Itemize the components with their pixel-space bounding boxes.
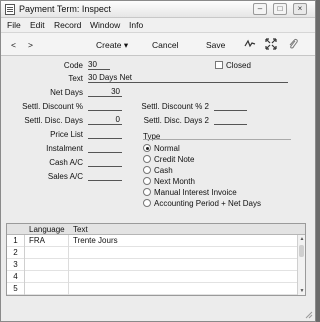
menu-bar: File Edit Record Window Info <box>1 18 315 32</box>
type-radio-accounting-period-net-days[interactable] <box>143 199 151 207</box>
menu-window[interactable]: Window <box>90 20 120 30</box>
grid-header: Language Text <box>7 224 305 235</box>
chevron-down-icon: ▾ <box>123 40 129 50</box>
language-cell[interactable]: FRA <box>29 235 69 247</box>
code-label: Code <box>63 61 83 70</box>
row-number: 4 <box>7 271 25 283</box>
signature-icon[interactable] <box>244 38 256 50</box>
type-option-label: Accounting Period + Net Days <box>154 199 261 208</box>
create-label: Create <box>96 40 122 50</box>
net-days-label: Net Days <box>50 88 83 97</box>
scroll-down-icon[interactable]: ▼ <box>299 288 305 294</box>
menu-file[interactable]: File <box>7 20 21 30</box>
cancel-button[interactable]: Cancel <box>152 40 178 50</box>
text-cell[interactable] <box>73 259 293 271</box>
scrollbar-thumb[interactable] <box>299 245 304 257</box>
type-option-label: Manual Interest Invoice <box>154 188 237 197</box>
row-number: 5 <box>7 283 25 295</box>
instalment-field[interactable] <box>88 143 122 153</box>
text-field[interactable]: 30 Days Net <box>88 73 288 83</box>
settl-discount-2-label: Settl. Discount % 2 <box>141 102 209 111</box>
closed-label: Closed <box>226 61 251 70</box>
resize-grip-icon[interactable] <box>305 311 313 319</box>
type-divider <box>143 139 291 140</box>
table-row[interactable]: 1 FRA Trente Jours <box>7 235 297 247</box>
closed-checkbox[interactable] <box>215 61 223 69</box>
document-icon <box>5 4 15 15</box>
sales-ac-label: Sales A/C <box>47 172 83 181</box>
window-title: Payment Term: Inspect <box>19 4 111 14</box>
close-button[interactable]: × <box>293 3 307 15</box>
type-radio-credit-note[interactable] <box>143 155 151 163</box>
grid-scrollbar[interactable]: ▲ ▼ <box>297 235 305 295</box>
code-field[interactable]: 30 <box>88 60 110 70</box>
language-cell[interactable] <box>29 283 69 295</box>
settl-disc-days-2-field[interactable] <box>214 115 247 125</box>
attachment-icon[interactable] <box>287 38 299 50</box>
type-radio-normal[interactable] <box>143 144 151 152</box>
title-bar[interactable]: Payment Term: Inspect – □ × <box>1 1 315 18</box>
cash-ac-label: Cash A/C <box>49 158 83 167</box>
price-list-label: Price List <box>50 130 83 139</box>
table-row[interactable]: 2 <box>7 247 297 259</box>
type-option-label: Next Month <box>154 177 195 186</box>
row-number: 1 <box>7 235 25 247</box>
instalment-label: Instalment <box>46 144 83 153</box>
save-button[interactable]: Save <box>206 40 225 50</box>
language-cell[interactable] <box>29 247 69 259</box>
text-cell[interactable]: Trente Jours <box>73 235 293 247</box>
create-button[interactable]: Create ▾ <box>96 40 128 51</box>
type-radio-manual-interest-invoice[interactable] <box>143 188 151 196</box>
price-list-field[interactable] <box>88 129 122 139</box>
menu-info[interactable]: Info <box>129 20 143 30</box>
type-option-label: Credit Note <box>154 155 195 164</box>
language-cell[interactable] <box>29 271 69 283</box>
language-cell[interactable] <box>29 259 69 271</box>
minimize-button[interactable]: – <box>253 3 267 15</box>
expand-icon[interactable] <box>265 38 277 50</box>
type-option-label: Normal <box>154 144 180 153</box>
language-text-grid: Language Text 1 FRA Trente Jours 2 3 4 5 <box>6 223 306 296</box>
type-option-label: Cash <box>154 166 173 175</box>
type-radio-next-month[interactable] <box>143 177 151 185</box>
next-record-button[interactable]: > <box>28 40 33 50</box>
previous-record-button[interactable]: < <box>11 40 16 50</box>
maximize-button[interactable]: □ <box>273 3 287 15</box>
menu-record[interactable]: Record <box>54 20 81 30</box>
row-number: 3 <box>7 259 25 271</box>
settl-disc-days-label: Settl. Disc. Days <box>24 116 83 125</box>
settl-disc-days-field[interactable]: 0 <box>88 115 122 125</box>
net-days-field[interactable]: 30 <box>88 87 122 97</box>
table-row[interactable]: 5 <box>7 283 297 295</box>
toolbar: < > Create ▾ Cancel Save <box>1 32 315 56</box>
settl-discount-2-field[interactable] <box>214 101 247 111</box>
settl-discount-field[interactable] <box>88 101 122 111</box>
type-radio-cash[interactable] <box>143 166 151 174</box>
payment-term-window: Payment Term: Inspect – □ × File Edit Re… <box>0 0 316 322</box>
table-row[interactable]: 3 <box>7 259 297 271</box>
sales-ac-field[interactable] <box>88 171 122 181</box>
column-header-text[interactable]: Text <box>73 225 88 234</box>
text-label: Text <box>68 74 83 83</box>
settl-discount-label: Settl. Discount % <box>22 102 83 111</box>
row-number: 2 <box>7 247 25 259</box>
column-header-language[interactable]: Language <box>29 225 65 234</box>
cash-ac-field[interactable] <box>88 157 122 167</box>
text-cell[interactable] <box>73 283 293 295</box>
menu-edit[interactable]: Edit <box>30 20 45 30</box>
text-cell[interactable] <box>73 247 293 259</box>
text-cell[interactable] <box>73 271 293 283</box>
settl-disc-days-2-label: Settl. Disc. Days 2 <box>143 116 209 125</box>
scroll-up-icon[interactable]: ▲ <box>299 236 305 242</box>
table-row[interactable]: 4 <box>7 271 297 283</box>
